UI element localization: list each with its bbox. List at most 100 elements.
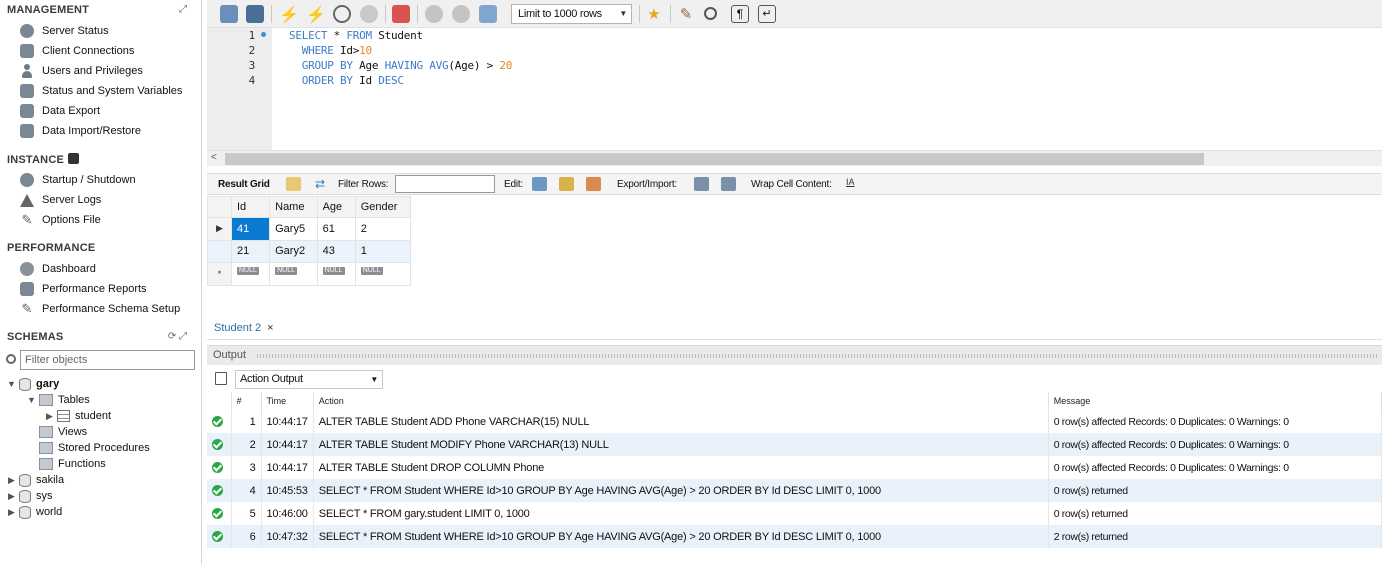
nav-item-users-and-privileges[interactable]: Users and Privileges xyxy=(20,61,143,81)
result-grid[interactable]: Id Name Age Gender ▶ 41 Gary5 61 2 21 Gary2 43 1 * NUL… xyxy=(207,196,412,286)
collapsed-arrow-icon[interactable]: ▶ xyxy=(7,475,16,486)
grid-cell[interactable]: 43 xyxy=(316,239,356,264)
bookmark-star-icon[interactable]: ★ xyxy=(645,5,663,23)
filter-rows-input[interactable] xyxy=(395,175,495,193)
nav-item-server-logs[interactable]: Server Logs xyxy=(20,190,101,210)
invisible-chars-icon[interactable]: ¶ xyxy=(731,5,749,23)
execute-current-icon[interactable]: ⚡ xyxy=(306,5,326,24)
wrap-cell-icon[interactable]: IA xyxy=(846,177,861,191)
toggle-error-icon[interactable] xyxy=(392,5,410,23)
output-row[interactable]: 5 10:46:00 SELECT * FROM gary.student LIMI… xyxy=(207,502,1382,525)
splitter-handle[interactable] xyxy=(257,354,1378,358)
views-node[interactable]: Views xyxy=(39,424,87,440)
schema-sys[interactable]: ▶ sys xyxy=(7,488,53,504)
code-line[interactable]: ORDER BY Id DESC xyxy=(289,74,404,87)
editor-horizontal-scrollbar[interactable]: < xyxy=(207,150,1382,166)
grid-row[interactable]: 21 Gary2 43 1 xyxy=(207,239,412,264)
output-column-header[interactable]: # xyxy=(231,392,262,410)
code-line[interactable]: SELECT * FROM Student xyxy=(289,29,423,42)
procedures-node[interactable]: Stored Procedures xyxy=(39,440,150,456)
new-row[interactable]: * NULL NULL NULL NULL xyxy=(207,262,412,286)
nav-item-data-import-restore[interactable]: Data Import/Restore xyxy=(20,121,141,141)
scroll-left-icon[interactable]: < xyxy=(211,152,217,163)
edit-cell-icon[interactable] xyxy=(532,177,547,191)
nav-item-client-connections[interactable]: Client Connections xyxy=(20,41,134,61)
output-type-select[interactable]: Action Output ▼ xyxy=(235,370,383,389)
column-header[interactable]: Name xyxy=(269,196,318,218)
autocommit-icon[interactable] xyxy=(479,5,497,23)
grid-cell[interactable]: 21 xyxy=(230,239,271,264)
expanded-arrow-icon[interactable]: ▼ xyxy=(27,395,36,405)
nav-item-performance-reports[interactable]: Performance Reports xyxy=(20,279,147,299)
sql-editor[interactable]: 1 2 3 4 SELECT * FROM Student WHERE Id>10 G… xyxy=(207,28,1382,150)
rollback-icon[interactable] xyxy=(452,5,470,23)
find-icon[interactable] xyxy=(704,7,717,20)
wrap-lines-icon[interactable]: ↵ xyxy=(758,5,776,23)
grid-cell[interactable]: Gary5 xyxy=(269,217,318,241)
output-row[interactable]: 1 10:44:17 ALTER TABLE Student ADD Phone V… xyxy=(207,410,1382,433)
beautify-icon[interactable]: ✎ xyxy=(677,5,695,23)
scrollbar-thumb[interactable] xyxy=(225,153,1204,165)
refresh-schemas-icon[interactable]: ⟳ ⤢ xyxy=(168,331,187,342)
tables-node[interactable]: ▼ Tables xyxy=(27,392,90,408)
grid-cell-null[interactable]: NULL xyxy=(230,262,271,286)
column-header[interactable]: Gender xyxy=(354,196,412,218)
close-icon[interactable]: × xyxy=(267,322,273,334)
schema-world[interactable]: ▶ world xyxy=(7,504,62,520)
output-row[interactable]: 4 10:45:53 SELECT * FROM Student WHERE Id>… xyxy=(207,479,1382,502)
grid-cell[interactable]: 61 xyxy=(316,217,356,241)
grid-cell-null[interactable]: NULL xyxy=(269,262,318,286)
grid-cell-null[interactable]: NULL xyxy=(316,262,356,286)
filter-objects-input[interactable] xyxy=(20,350,195,370)
collapsed-arrow-icon[interactable]: ▶ xyxy=(7,491,16,502)
grid-cell[interactable]: 1 xyxy=(354,239,412,264)
nav-item-dashboard[interactable]: Dashboard xyxy=(20,259,96,279)
nav-item-status-and-system-variables[interactable]: Status and System Variables xyxy=(20,81,182,101)
schema-gary[interactable]: ▼ gary xyxy=(7,376,59,392)
grid-row[interactable]: ▶ 41 Gary5 61 2 xyxy=(207,217,412,241)
column-header[interactable]: Id xyxy=(230,196,271,218)
row-header[interactable] xyxy=(207,239,232,264)
commit-icon[interactable] xyxy=(425,5,443,23)
copy-icon[interactable] xyxy=(215,372,227,385)
grid-cell-null[interactable]: NULL xyxy=(354,262,412,286)
functions-node[interactable]: Functions xyxy=(39,456,106,472)
grid-icon[interactable] xyxy=(286,177,301,191)
table-student[interactable]: ▶ student xyxy=(45,408,111,424)
limit-rows-select[interactable]: Limit to 1000 rows ▼ xyxy=(511,4,632,24)
expand-icon[interactable]: ⤢ xyxy=(179,4,187,15)
grid-cell[interactable]: 2 xyxy=(354,217,412,241)
nav-item-server-status[interactable]: Server Status xyxy=(20,21,109,41)
output-column-header[interactable]: Message xyxy=(1048,392,1382,410)
grid-cell[interactable]: Gary2 xyxy=(269,239,318,264)
explain-icon[interactable] xyxy=(333,5,351,23)
nav-item-data-export[interactable]: Data Export xyxy=(20,101,100,121)
column-header[interactable]: Age xyxy=(316,196,356,218)
result-grid-label[interactable]: Result Grid xyxy=(218,179,270,190)
output-row[interactable]: 3 10:44:17 ALTER TABLE Student DROP COLUMN… xyxy=(207,456,1382,479)
add-row-icon[interactable] xyxy=(559,177,574,191)
nav-item-options-file[interactable]: ✎ Options File xyxy=(20,210,101,230)
row-header-corner[interactable] xyxy=(207,196,232,218)
current-row-arrow-icon[interactable]: ▶ xyxy=(207,217,232,241)
collapsed-arrow-icon[interactable]: ▶ xyxy=(45,411,54,422)
expanded-arrow-icon[interactable]: ▼ xyxy=(7,379,16,389)
grid-cell[interactable]: 41 xyxy=(230,217,271,241)
nav-item-startup-shutdown[interactable]: Startup / Shutdown xyxy=(20,170,136,190)
code-line[interactable]: WHERE Id>10 xyxy=(289,44,372,57)
save-icon[interactable] xyxy=(246,5,264,23)
schema-sakila[interactable]: ▶ sakila xyxy=(7,472,64,488)
export-icon[interactable] xyxy=(694,177,709,191)
delete-row-icon[interactable] xyxy=(586,177,601,191)
output-row[interactable]: 6 10:47:32 SELECT * FROM Student WHERE Id>… xyxy=(207,525,1382,548)
stop-icon[interactable] xyxy=(360,5,378,23)
open-file-icon[interactable] xyxy=(220,5,238,23)
import-icon[interactable] xyxy=(721,177,736,191)
output-column-header[interactable]: Action xyxy=(313,392,1049,410)
execute-icon[interactable]: ⚡ xyxy=(279,5,299,24)
output-column-header[interactable]: Time xyxy=(261,392,314,410)
code-line[interactable]: GROUP BY Age HAVING AVG(Age) > 20 xyxy=(289,59,513,72)
tab-student-2[interactable]: Student 2 × xyxy=(207,320,281,340)
nav-item-performance-schema-setup[interactable]: ✎ Performance Schema Setup xyxy=(20,299,181,319)
output-row[interactable]: 2 10:44:17 ALTER TABLE Student MODIFY Phon… xyxy=(207,433,1382,456)
